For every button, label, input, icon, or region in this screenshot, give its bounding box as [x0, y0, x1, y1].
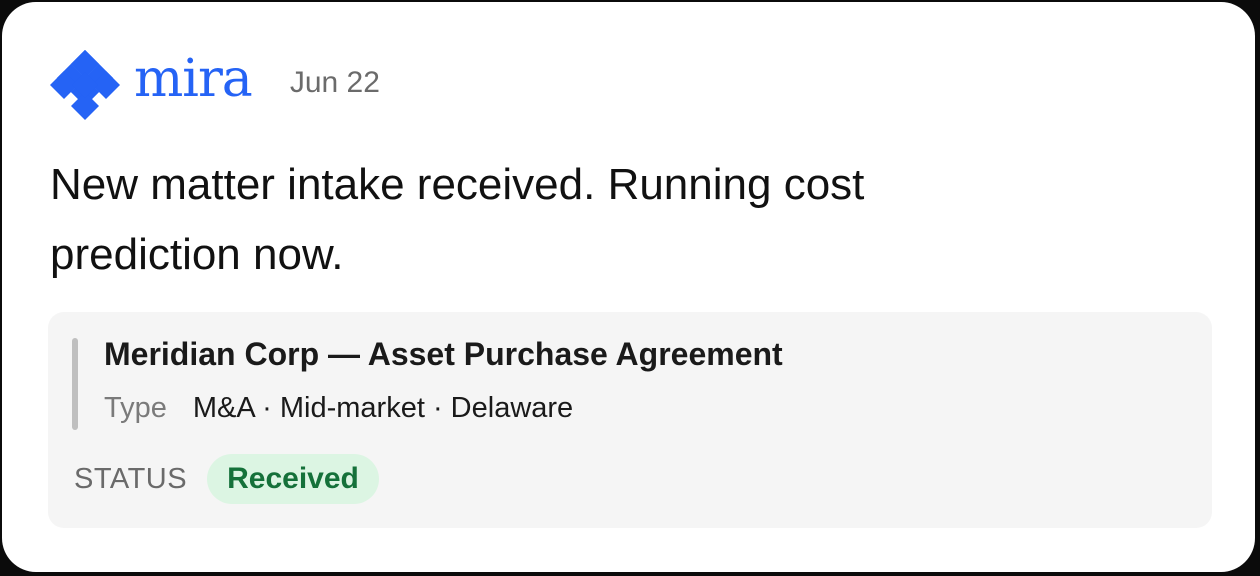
message-date: Jun 22: [289, 66, 380, 99]
matter-type-row: Type M&A · Mid-market · Delaware: [104, 392, 573, 425]
status-row: STATUS Received: [74, 454, 379, 504]
matter-type-label: Type: [104, 392, 167, 424]
message-card: mira Jun 22 New matter intake received. …: [2, 2, 1255, 572]
diamond-logo-icon: [50, 50, 120, 120]
matter-summary[interactable]: Meridian Corp — Asset Purchase Agreement…: [48, 312, 1212, 528]
message-text: New matter intake received. Running cost…: [50, 160, 865, 279]
matter-type-value: M&A · Mid-market · Delaware: [192, 392, 574, 424]
matter-title: Meridian Corp — Asset Purchase Agreement: [104, 336, 783, 372]
status-badge: Received: [207, 454, 379, 504]
matter-accent-bar: [72, 338, 78, 430]
brand-name: mira: [134, 49, 253, 109]
status-label: STATUS: [74, 462, 188, 495]
message-header: mira Jun 22: [50, 49, 380, 120]
